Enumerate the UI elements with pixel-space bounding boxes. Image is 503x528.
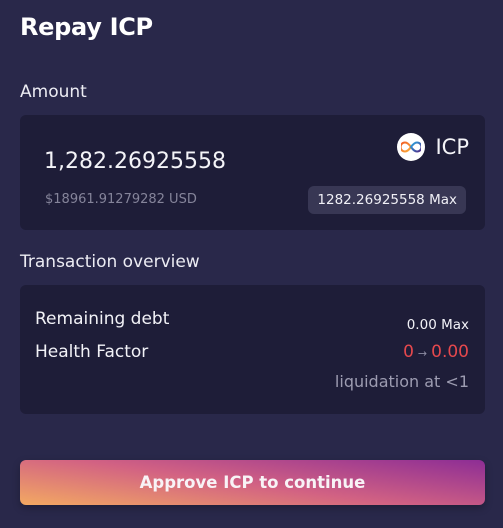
remaining-debt-amount: 0.00 bbox=[406, 317, 437, 333]
max-amount-value: 1282.26925558 bbox=[317, 192, 425, 208]
liquidation-note: liquidation at <1 bbox=[334, 372, 469, 391]
health-factor-value: 0 → 0.00 bbox=[403, 341, 469, 365]
asset-symbol: ICP bbox=[435, 135, 469, 159]
health-factor-to: 0.00 bbox=[431, 342, 469, 362]
arrow-right-icon: → bbox=[417, 347, 428, 360]
icp-logo-icon bbox=[397, 133, 426, 161]
amount-input[interactable]: 1,282.26925558 bbox=[44, 148, 226, 176]
remaining-debt-label: Remaining debt bbox=[35, 309, 170, 329]
remaining-debt-suffix: Max bbox=[441, 317, 469, 333]
approve-button[interactable]: Approve ICP to continue bbox=[20, 460, 485, 505]
transaction-overview-card: Remaining debt 0.00 Max Health Factor 0 →… bbox=[20, 285, 485, 414]
health-factor-from: 0 bbox=[403, 342, 414, 362]
max-button[interactable]: 1282.26925558 Max bbox=[308, 186, 466, 214]
health-factor-label: Health Factor bbox=[35, 342, 149, 362]
amount-usd-value: $18961.91279282 USD bbox=[45, 192, 197, 207]
asset-selector: ICP bbox=[397, 133, 469, 161]
modal-title: Repay ICP bbox=[20, 13, 153, 41]
amount-input-card[interactable]: 1,282.26925558 $18961.91279282 USD ICP 1… bbox=[20, 115, 485, 230]
max-label: Max bbox=[429, 192, 457, 208]
transaction-overview-label: Transaction overview bbox=[20, 252, 200, 272]
remaining-debt-value: 0.00 Max bbox=[407, 316, 469, 334]
amount-label: Amount bbox=[20, 82, 87, 102]
